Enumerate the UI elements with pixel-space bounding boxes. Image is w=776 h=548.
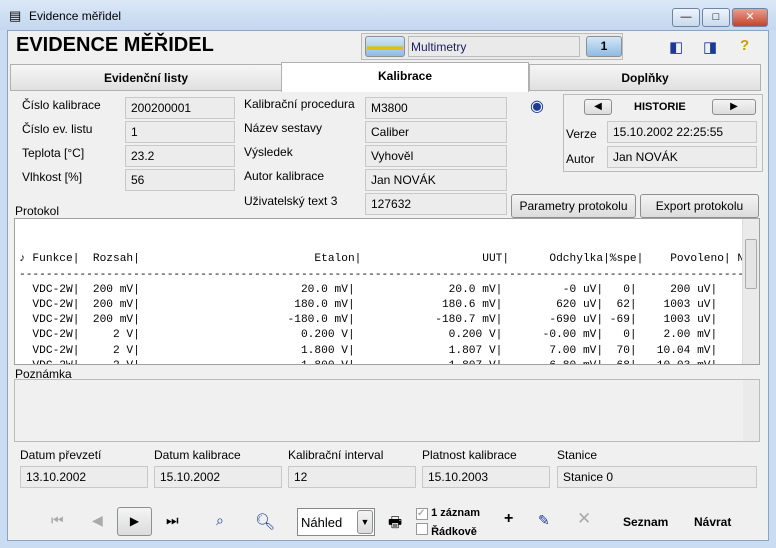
datum-prevzeti-label: Datum převzetí [20, 448, 102, 462]
view-select-value: Náhled [301, 515, 343, 530]
history-next-button[interactable]: ▶ [712, 99, 756, 115]
verze-label: Verze [566, 127, 597, 141]
close-button[interactable]: ✕ [732, 8, 768, 27]
autor-kalibrace-field[interactable]: Jan NOVÁK [365, 169, 507, 191]
list-button[interactable]: Seznam [623, 515, 668, 529]
scroll-thumb[interactable] [745, 239, 757, 289]
history-prev-button[interactable]: ◀ [584, 99, 612, 115]
platnost-label: Platnost kalibrace [422, 448, 517, 462]
nazev-sestavy-field[interactable]: Caliber [365, 121, 507, 143]
history-panel: ◀ HISTORIE ▶ Verze 15.10.2002 22:25:55 A… [563, 94, 763, 172]
add-icon[interactable]: + [504, 510, 513, 528]
uzivatelsky-text-label: Uživatelský text 3 [244, 194, 338, 208]
procedura-field[interactable]: M3800 [365, 97, 507, 119]
prev-record-icon[interactable]: ◀ [92, 512, 103, 529]
cislo-ev-listu-label: Číslo ev. listu [22, 122, 93, 136]
back-button[interactable]: Návrat [694, 515, 731, 529]
page-title: EVIDENCE MĚŘIDEL [16, 34, 214, 56]
cislo-kalibrace-label: Číslo kalibrace [22, 98, 101, 112]
row-wise-checkbox[interactable]: Řádkově [416, 523, 477, 538]
first-record-icon[interactable]: ⏮ [51, 512, 64, 529]
chevron-down-icon[interactable]: ▼ [357, 510, 373, 534]
row-wise-label: Řádkově [431, 526, 477, 538]
category-field: Multimetry [408, 36, 580, 57]
datum-kalibrace-label: Datum kalibrace [154, 448, 241, 462]
protocol-row: VDC-2W| 200 mV| 180.0 mV| 180.6 mV| 620 … [19, 299, 760, 312]
minimize-button[interactable]: — [672, 8, 700, 27]
autor-label: Autor [566, 152, 595, 166]
autor-kalibrace-label: Autor kalibrace [244, 169, 325, 183]
protocol-row: VDC-2W| 200 mV| 20.0 mV| 20.0 mV| -0 uV|… [19, 283, 760, 296]
uzivatelsky-text-field[interactable]: 127632 [365, 193, 507, 215]
checkbox-icon[interactable] [416, 523, 428, 535]
view-select[interactable]: Náhled ▼ [297, 508, 375, 536]
help-icon[interactable]: ? [740, 37, 749, 54]
protocol-text[interactable]: ♪ Funkce| Rozsah| Etalon| UUT| Odchylka|… [14, 218, 760, 365]
note-scrollbar[interactable] [743, 380, 759, 441]
teplota-label: Teplota [°C] [22, 146, 85, 160]
stanice-label: Stanice [557, 448, 598, 462]
datum-prevzeti-field[interactable]: 13.10.2002 [20, 466, 148, 488]
nazev-sestavy-label: Název sestavy [244, 121, 323, 135]
verze-field: 15.10.2002 22:25:55 [607, 121, 757, 143]
one-record-label: 1 záznam [431, 507, 480, 519]
protocol-header: ♪ Funkce| Rozsah| Etalon| UUT| Odchylka|… [19, 253, 760, 266]
protocol-row: VDC-2W| 2 V| 0.200 V| 0.200 V| -0.00 mV|… [19, 329, 760, 342]
app-icon: ▤ [9, 8, 22, 23]
stanice-field[interactable]: Stanice 0 [557, 466, 757, 488]
note-field[interactable] [14, 379, 760, 442]
next-record-button[interactable]: ▶ [117, 507, 152, 536]
search-icon[interactable]: 🔍︎ [255, 512, 275, 532]
import-icon[interactable]: ◧ [669, 38, 683, 56]
datum-kalibrace-field[interactable]: 15.10.2002 [154, 466, 282, 488]
autor-field: Jan NOVÁK [607, 146, 757, 168]
interval-label: Kalibrační interval [288, 448, 384, 462]
edit-icon[interactable]: ✎ [538, 512, 550, 529]
vlhkost-field[interactable]: 56 [125, 169, 235, 191]
cislo-ev-listu-field[interactable]: 1 [125, 121, 235, 143]
export-button[interactable]: Export protokolu [640, 194, 759, 218]
vysledek-field[interactable]: Vyhověl [365, 145, 507, 167]
title-bar: ▤ Evidence měřidel — □ ✕ [0, 0, 776, 30]
tab-doplnky[interactable]: Doplňky [529, 64, 761, 91]
category-icon-button[interactable]: ▬▬▬ [365, 36, 405, 57]
protocol-scrollbar[interactable] [742, 219, 759, 364]
history-title: HISTORIE [634, 101, 686, 113]
vlhkost-label: Vlhkost [%] [22, 170, 83, 184]
category-box: ▬▬▬ Multimetry 1 [361, 33, 623, 60]
params-button[interactable]: Parametry protokolu [511, 194, 636, 218]
one-record-checkbox[interactable]: ✓ 1 záznam [416, 507, 480, 520]
cislo-kalibrace-field[interactable]: 200200001 [125, 97, 235, 119]
procedura-label: Kalibrační procedura [244, 97, 355, 111]
tab-evidencni-listy[interactable]: Evidenční listy [10, 64, 282, 91]
platnost-field[interactable]: 15.10.2003 [422, 466, 550, 488]
window-title: Evidence měřidel [29, 9, 122, 23]
export-icon[interactable]: ◨ [703, 38, 717, 56]
eye-icon[interactable]: ◉ [530, 96, 544, 116]
protocol-row: VDC-2W| 2 V| -1.800 V| -1.807 V| -6.80 m… [19, 359, 759, 364]
last-record-icon[interactable]: ⏭ [166, 512, 179, 529]
delete-icon[interactable]: ✕ [577, 509, 591, 529]
protocol-label: Protokol [15, 204, 60, 218]
vysledek-label: Výsledek [244, 145, 293, 159]
checkbox-icon[interactable]: ✓ [416, 508, 428, 520]
page-button[interactable]: 1 [586, 36, 622, 57]
find-icon[interactable]: ⌕ [216, 512, 224, 529]
protocol-row: VDC-2W| 2 V| 1.800 V| 1.807 V| 7.00 mV| … [19, 344, 760, 357]
protocol-row: VDC-2W| 200 mV| -180.0 mV| -180.7 mV| -6… [19, 314, 760, 327]
maximize-button[interactable]: □ [702, 8, 730, 27]
interval-field[interactable]: 12 [288, 466, 416, 488]
protocol-divider: ----------------------------------------… [19, 268, 760, 281]
print-icon[interactable]: 🖶 [388, 512, 402, 537]
tab-kalibrace[interactable]: Kalibrace [281, 62, 529, 92]
teplota-field[interactable]: 23.2 [125, 145, 235, 167]
